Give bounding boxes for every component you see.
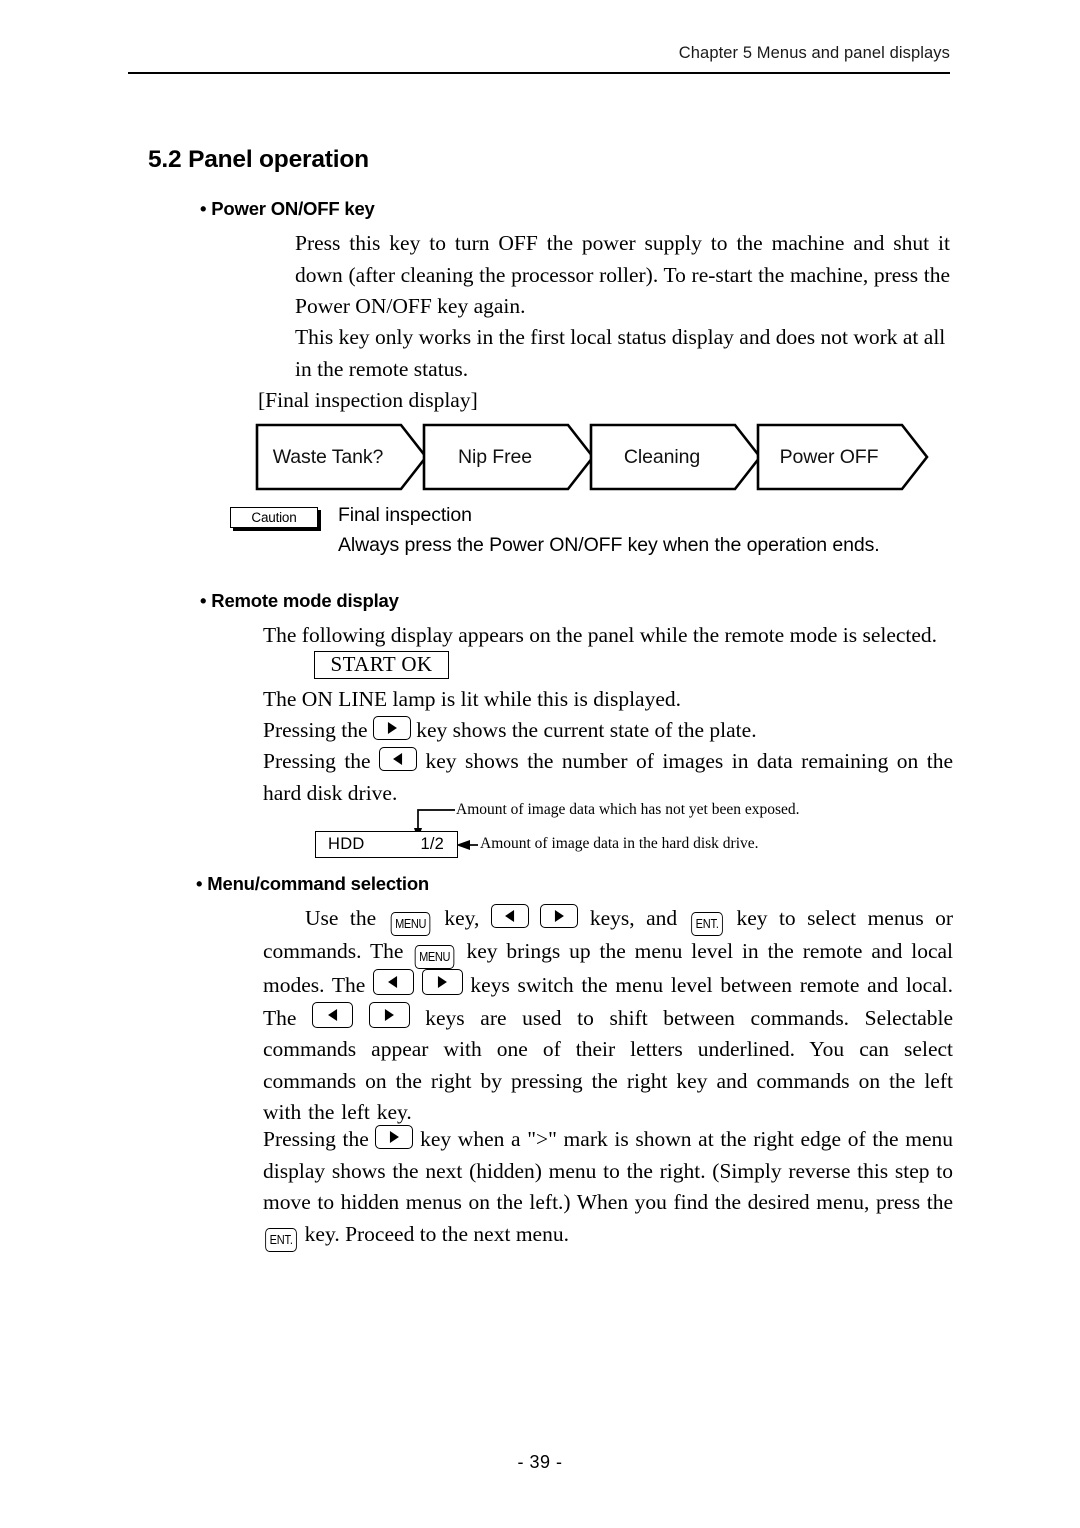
flow-step-1: Waste Tank? (255, 423, 429, 491)
right-arrow-key-icon[interactable] (368, 1001, 410, 1028)
right-arrow-key-icon[interactable] (421, 969, 463, 995)
flow-step-2-label: Nip Free (458, 445, 532, 468)
caution-badge: Caution (230, 507, 318, 528)
page-number: - 39 - (517, 1452, 563, 1472)
flow-step-3: Cleaning (589, 423, 763, 491)
power-key-paragraph-2: This key only works in the first local s… (295, 325, 946, 381)
caution-title: Final inspection (338, 504, 472, 526)
left-triangle-icon (327, 1008, 337, 1021)
right-arrow-key-icon[interactable] (372, 716, 411, 740)
remote-mode-paragraph-2: The ON LINE lamp is lit while this is di… (263, 687, 682, 711)
left-triangle-icon (504, 910, 514, 922)
running-header: Chapter 5 Menus and panel displays (678, 44, 950, 62)
bullet-dot: • (196, 873, 203, 894)
right-triangle-icon (390, 1131, 400, 1143)
hdd-label: HDD (328, 835, 365, 853)
menu-p2-c: key. Proceed to the next menu. (304, 1221, 569, 1246)
flow-step-3-label: Cleaning (623, 445, 701, 468)
right-triangle-icon (387, 722, 397, 734)
subheading-power-key-label: Power ON/OFF key (211, 198, 375, 219)
bullet-dot: • (200, 590, 207, 611)
menu-key-icon[interactable]: MENU (390, 912, 431, 936)
ent-key-icon[interactable]: ENT. (690, 912, 723, 936)
left-arrow-key-icon[interactable] (379, 747, 418, 771)
subheading-menu-selection: • Menu/command selection (196, 873, 429, 895)
remote-mode-paragraph-3-post: key shows the current state of the plate… (416, 718, 757, 742)
flow-step-1-label: Waste Tank? (272, 445, 384, 468)
menu-p1-c: keys, and (589, 906, 678, 930)
final-inspection-caption: [Final inspection display] (258, 388, 478, 412)
left-arrow-key-icon[interactable] (312, 1001, 354, 1028)
remote-mode-paragraph-3-pre: Pressing the (263, 718, 368, 742)
menu-p1-b: key, (444, 906, 480, 930)
remote-mode-paragraph-4-pre: Pressing the (263, 749, 371, 773)
subheading-menu-selection-label: Menu/command selection (207, 873, 430, 894)
menu-selection-paragraph-2: Pressing the key when a ">" mark is show… (263, 1124, 953, 1252)
final-inspection-flowchart: Waste Tank? Nip Free Cleaning Power OFF (255, 423, 945, 493)
right-arrow-key-icon[interactable] (375, 1125, 414, 1149)
bullet-dot: • (200, 198, 207, 219)
right-triangle-icon (385, 1008, 395, 1021)
menu-selection-paragraph-1: Use the MENU key, keys, and ENT. key to … (263, 903, 953, 1129)
left-arrow-key-icon[interactable] (372, 969, 414, 995)
caution-block: Caution Final inspection Always press th… (230, 504, 930, 564)
header-rule (128, 72, 950, 74)
right-triangle-icon (555, 910, 565, 922)
menu-key-icon[interactable]: MENU (415, 945, 455, 969)
document-page: Chapter 5 Menus and panel displays 5.2 P… (0, 0, 1080, 1528)
subheading-power-key: • Power ON/OFF key (200, 198, 375, 220)
flow-step-2: Nip Free (422, 423, 596, 491)
menu-p1-a: Use the (305, 906, 377, 930)
flow-step-4-label: Power OFF (779, 445, 879, 468)
hdd-count-value: 1/2 (420, 835, 444, 853)
right-arrow-key-icon[interactable] (540, 904, 579, 928)
right-triangle-icon (438, 976, 448, 988)
ent-key-icon[interactable]: ENT. (265, 1227, 298, 1252)
caution-text: Always press the Power ON/OFF key when t… (338, 534, 880, 556)
hdd-status-box: HDD 1/2 (315, 831, 458, 858)
menu-p2-a: Pressing the (263, 1127, 369, 1151)
hdd-note-top: Amount of image data which has not yet b… (456, 801, 800, 818)
section-title: 5.2 Panel operation (148, 146, 369, 173)
subheading-remote-mode: • Remote mode display (200, 590, 399, 612)
left-triangle-icon (393, 753, 403, 765)
start-ok-display: START OK (314, 651, 449, 679)
left-arrow-key-icon[interactable] (490, 904, 529, 928)
hdd-note-bottom: Amount of image data in the hard disk dr… (480, 835, 759, 852)
left-triangle-icon (388, 976, 398, 988)
hdd-display-figure: HDD 1/2 Amount of image data which has n… (310, 800, 930, 872)
menu-p1-g: keys are used to shift between commands.… (263, 1005, 954, 1125)
subheading-remote-mode-label: Remote mode display (211, 590, 399, 611)
flow-step-4: Power OFF (756, 423, 930, 491)
remote-mode-paragraph-3: Pressing the key shows the current state… (263, 715, 953, 747)
remote-mode-paragraph-1: The following display appears on the pan… (263, 623, 938, 647)
power-key-paragraph-1: Press this key to turn OFF the power sup… (295, 231, 950, 318)
